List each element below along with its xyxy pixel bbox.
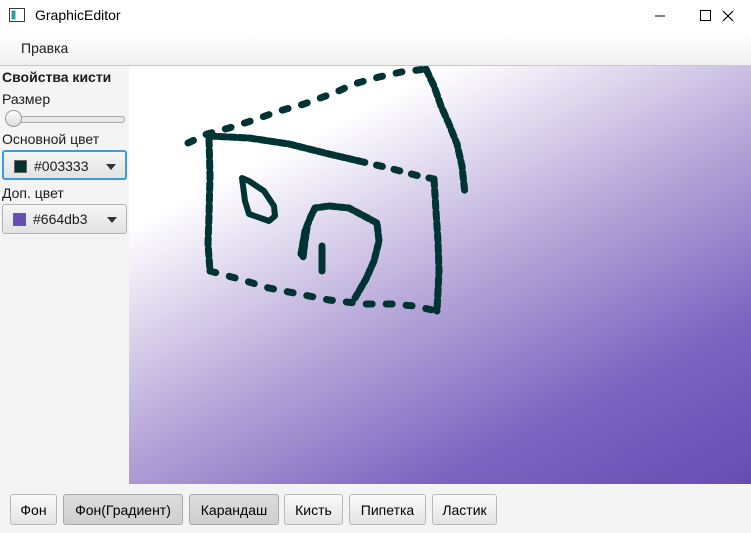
secondary-color-swatch — [13, 213, 26, 226]
chevron-down-icon — [107, 217, 117, 223]
primary-color-label: Основной цвет — [2, 131, 100, 147]
minimize-button[interactable] — [637, 0, 683, 32]
background-button[interactable]: Фон — [10, 494, 57, 525]
tool-bar: Фон Фон(Градиент) Карандаш Кисть Пипетка… — [0, 484, 751, 533]
size-label: Размер — [2, 91, 51, 107]
menu-bar: Правка — [0, 32, 751, 66]
primary-color-value: #003333 — [34, 158, 89, 174]
menu-edit[interactable]: Правка — [8, 40, 81, 56]
secondary-color-label: Доп. цвет — [2, 185, 64, 201]
brush-button[interactable]: Кисть — [284, 494, 343, 525]
minimize-icon — [655, 15, 665, 17]
secondary-color-picker[interactable]: #664db3 — [2, 204, 127, 234]
eraser-button[interactable]: Ластик — [432, 494, 497, 525]
chevron-down-icon — [106, 164, 116, 170]
close-icon — [722, 10, 734, 22]
house-drawing — [184, 66, 469, 315]
brush-properties-panel: Свойства кисти Размер Основной цвет #003… — [0, 66, 129, 484]
primary-color-swatch — [14, 160, 27, 173]
eyedropper-button[interactable]: Пипетка — [349, 494, 426, 525]
title-bar: GraphicEditor — [0, 0, 751, 32]
size-slider-track[interactable] — [6, 116, 125, 123]
primary-color-picker[interactable]: #003333 — [2, 150, 127, 180]
secondary-color-value: #664db3 — [33, 211, 88, 227]
pencil-button[interactable]: Карандаш — [189, 494, 279, 525]
panel-title: Свойства кисти — [2, 69, 112, 85]
close-button[interactable] — [705, 0, 751, 32]
size-slider-thumb[interactable] — [5, 110, 22, 127]
app-icon — [9, 8, 25, 22]
drawing-canvas[interactable] — [129, 66, 751, 484]
window-title: GraphicEditor — [35, 7, 121, 23]
gradient-background-button[interactable]: Фон(Градиент) — [63, 494, 183, 525]
